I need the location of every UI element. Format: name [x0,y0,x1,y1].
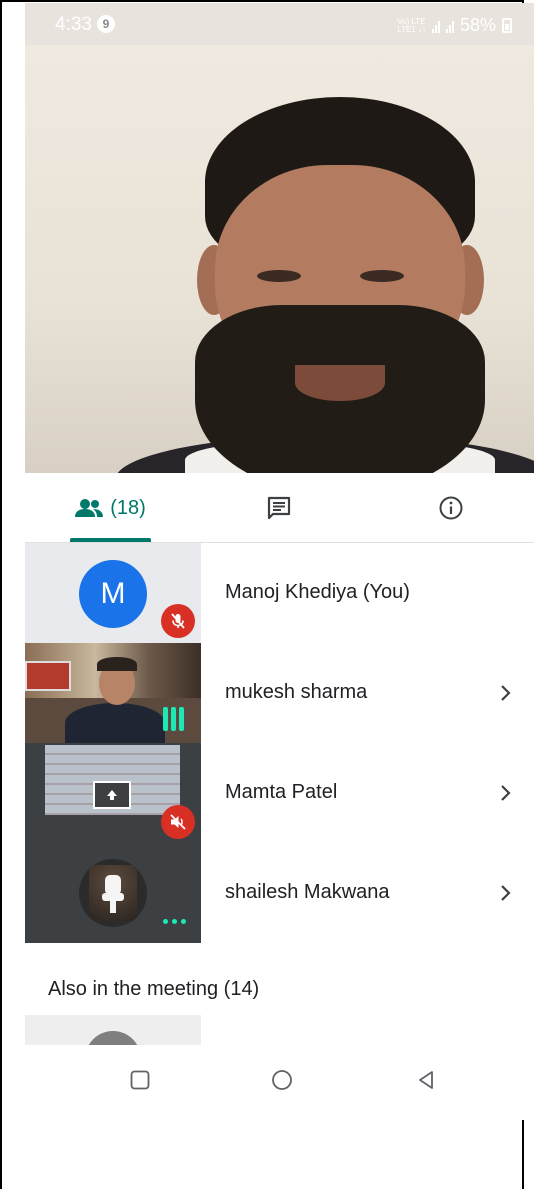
avatar [79,859,147,927]
status-bar: 4:33 9 Vo) LTE LTE1 ↓↑ 58% [25,3,534,45]
people-icon [75,499,104,517]
participant-row[interactable]: M Manoj Khediya (You) [25,543,534,643]
participant-thumb [25,843,201,943]
avatar [85,1031,141,1045]
battery-percent: 58% [459,15,496,35]
speaking-indicator-icon [163,707,184,731]
home-icon [272,1070,292,1090]
status-right: Vo) LTE LTE1 ↓↑ 58% [397,15,512,36]
tab-chat[interactable] [257,473,301,543]
tab-info[interactable] [429,473,473,543]
participant-name: Mamta Patel [225,781,338,803]
speaker-eye-left [257,270,301,282]
participant-thumb[interactable] [25,1015,201,1045]
participant-name: mukesh sharma [225,681,368,703]
network-type-label: Vo) LTE LTE1 ↓↑ [397,16,426,34]
recents-button[interactable] [125,1065,155,1095]
participant-row[interactable]: Mamta Patel [25,743,534,843]
participant-name: shailesh Makwana [225,881,390,903]
meeting-tabs: (18) [25,473,534,543]
participant-name: Manoj Khediya (You) [225,581,410,603]
back-button[interactable] [411,1065,441,1095]
avatar: M [79,560,147,628]
system-nav-bar [25,1045,534,1120]
present-screen-icon [93,781,131,809]
main-speaker-video[interactable] [25,45,534,473]
tab-people[interactable]: (18) [69,473,151,543]
thumbs-up-icon [102,875,124,913]
audio-muted-badge [161,805,195,839]
signal-2-icon [445,19,454,33]
speaker-mouth [295,365,385,401]
tab-people-active-indicator [70,538,151,542]
info-icon [439,496,463,520]
mic-off-icon [171,613,185,629]
chat-icon [267,496,291,520]
participant-row[interactable]: mukesh sharma [25,643,534,743]
notification-count-badge: 9 [97,15,115,33]
participant-thumb [25,743,201,843]
more-dots-icon [163,919,186,924]
frame-left [0,0,2,1189]
also-in-meeting-heading: Also in the meeting (14) [48,978,260,1000]
back-icon [419,1071,433,1089]
frame-top [0,0,524,2]
person-body [65,703,165,743]
wall-poster [25,661,71,691]
people-count: (18) [110,496,146,519]
chevron-right-icon[interactable] [499,881,513,905]
recents-icon [130,1070,150,1090]
home-button[interactable] [267,1065,297,1095]
participant-thumb: M [25,543,201,643]
chevron-right-icon[interactable] [499,781,513,805]
status-time: 4:33 [55,14,92,35]
chevron-right-icon[interactable] [499,681,513,705]
volume-off-icon [170,814,186,830]
person-hair [97,657,137,671]
battery-icon [502,18,512,33]
speaker-eye-right [360,270,404,282]
phone-screen: 4:33 9 Vo) LTE LTE1 ↓↑ 58% (18) M Manoj … [25,3,534,1120]
participant-row[interactable]: shailesh Makwana [25,843,534,943]
signal-1-icon [431,19,440,33]
mic-muted-badge [161,604,195,638]
participant-thumb [25,643,201,743]
